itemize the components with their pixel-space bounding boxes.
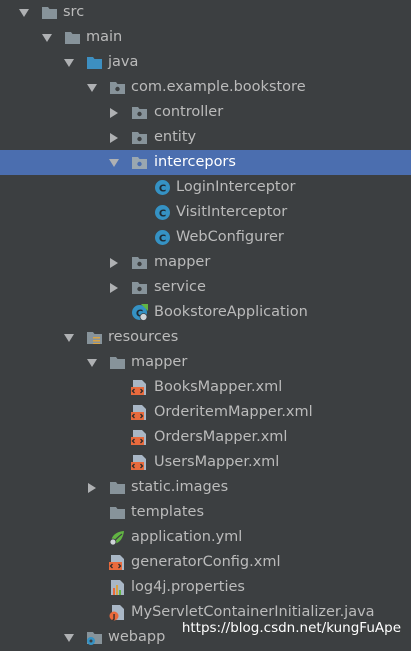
tree-item-label: application.yml — [131, 529, 243, 545]
tree-item-label: generatorConfig.xml — [131, 554, 281, 570]
package-icon — [131, 254, 148, 271]
xml-file-icon — [131, 454, 148, 471]
tree-item-label: LoginInterceptor — [176, 179, 296, 195]
tree-item-label: java — [108, 54, 139, 70]
tree-item-label: OrdersMapper.xml — [154, 429, 288, 445]
tree-item-service[interactable]: service — [0, 275, 411, 300]
expand-arrow-icon[interactable] — [86, 75, 98, 100]
folder-icon — [109, 479, 126, 496]
tree-item-login-interceptor[interactable]: C LoginInterceptor — [0, 175, 411, 200]
tree-item-label: src — [63, 4, 85, 20]
package-icon — [131, 129, 148, 146]
tree-item-log4j-properties[interactable]: log4j.properties — [0, 575, 411, 600]
tree-item-generator-config-xml[interactable]: generatorConfig.xml — [0, 550, 411, 575]
tree-item-label: mapper — [131, 354, 188, 370]
tree-item-label: resources — [108, 329, 179, 345]
expand-arrow-icon[interactable] — [63, 625, 75, 650]
tree-item-label: webapp — [108, 629, 166, 645]
folder-icon — [109, 504, 126, 521]
tree-item-label: UsersMapper.xml — [154, 454, 280, 470]
tree-item-label: templates — [131, 504, 205, 520]
tree-item-books-mapper-xml[interactable]: BooksMapper.xml — [0, 375, 411, 400]
tree-item-label: log4j.properties — [131, 579, 245, 595]
tree-item-static-images[interactable]: static.images — [0, 475, 411, 500]
xml-file-icon — [131, 379, 148, 396]
tree-item-mapper-folder[interactable]: mapper — [0, 350, 411, 375]
expand-arrow-icon[interactable] — [108, 150, 120, 175]
svg-text:J: J — [112, 613, 116, 621]
java-class-icon: C — [154, 204, 171, 221]
web-folder-icon — [86, 629, 103, 646]
tree-item-application-yml[interactable]: application.yml — [0, 525, 411, 550]
package-icon — [131, 154, 148, 171]
tree-item-java[interactable]: java — [0, 50, 411, 75]
tree-item-label: BooksMapper.xml — [154, 379, 283, 395]
tree-item-label: main — [86, 29, 123, 45]
resources-folder-icon — [86, 329, 103, 346]
tree-item-label: OrderitemMapper.xml — [154, 404, 313, 420]
expand-arrow-icon[interactable] — [108, 100, 120, 125]
expand-arrow-icon[interactable] — [41, 25, 53, 50]
expand-arrow-icon[interactable] — [86, 350, 98, 375]
tree-item-templates[interactable]: templates — [0, 500, 411, 525]
tree-item-intercepors[interactable]: intercepors — [0, 150, 411, 175]
tree-item-label: service — [154, 279, 206, 295]
tree-item-orderitem-mapper-xml[interactable]: OrderitemMapper.xml — [0, 400, 411, 425]
tree-item-entity[interactable]: entity — [0, 125, 411, 150]
svg-text:C: C — [159, 183, 166, 194]
tree-item-label: controller — [154, 104, 224, 120]
expand-arrow-icon[interactable] — [108, 125, 120, 150]
tree-item-users-mapper-xml[interactable]: UsersMapper.xml — [0, 450, 411, 475]
tree-item-label: intercepors — [154, 154, 236, 170]
tree-item-label: mapper — [154, 254, 211, 270]
tree-item-resources[interactable]: resources — [0, 325, 411, 350]
spring-yml-icon — [109, 529, 126, 546]
tree-item-visit-interceptor[interactable]: C VisitInterceptor — [0, 200, 411, 225]
spring-boot-app-icon: C — [131, 304, 148, 321]
tree-item-label: com.example.bookstore — [131, 79, 306, 95]
folder-icon — [64, 29, 81, 46]
properties-file-icon — [109, 579, 126, 596]
xml-file-icon — [109, 554, 126, 571]
tree-item-label: static.images — [131, 479, 229, 495]
package-icon — [131, 104, 148, 121]
tree-item-src[interactable]: src — [0, 0, 411, 25]
project-tree: src main java com.example.bookstore cont… — [0, 0, 411, 650]
xml-file-icon — [131, 404, 148, 421]
source-folder-icon — [86, 54, 103, 71]
tree-item-web-configurer[interactable]: C WebConfigurer — [0, 225, 411, 250]
tree-item-mapper-package[interactable]: mapper — [0, 250, 411, 275]
folder-icon — [41, 4, 58, 21]
tree-item-label: VisitInterceptor — [176, 204, 288, 220]
expand-arrow-icon[interactable] — [63, 50, 75, 75]
expand-arrow-icon[interactable] — [63, 325, 75, 350]
package-icon — [109, 79, 126, 96]
package-icon — [131, 279, 148, 296]
tree-item-orders-mapper-xml[interactable]: OrdersMapper.xml — [0, 425, 411, 450]
expand-arrow-icon[interactable] — [108, 250, 120, 275]
java-class-icon: C — [154, 229, 171, 246]
tree-item-bookstore-application[interactable]: C BookstoreApplication — [0, 300, 411, 325]
folder-icon — [109, 354, 126, 371]
xml-file-icon — [131, 429, 148, 446]
tree-item-label: BookstoreApplication — [154, 304, 308, 320]
tree-item-label: WebConfigurer — [176, 229, 284, 245]
java-file-icon: J — [109, 604, 126, 621]
expand-arrow-icon[interactable] — [86, 475, 98, 500]
expand-arrow-icon[interactable] — [18, 0, 30, 25]
tree-item-label: entity — [154, 129, 197, 145]
svg-text:C: C — [159, 208, 166, 219]
svg-text:C: C — [159, 233, 166, 244]
tree-item-main[interactable]: main — [0, 25, 411, 50]
tree-item-controller[interactable]: controller — [0, 100, 411, 125]
expand-arrow-icon[interactable] — [108, 275, 120, 300]
tree-item-package-root[interactable]: com.example.bookstore — [0, 75, 411, 100]
java-class-icon: C — [154, 179, 171, 196]
watermark-text: https://blog.csdn.net/kungFuApe — [179, 620, 403, 636]
